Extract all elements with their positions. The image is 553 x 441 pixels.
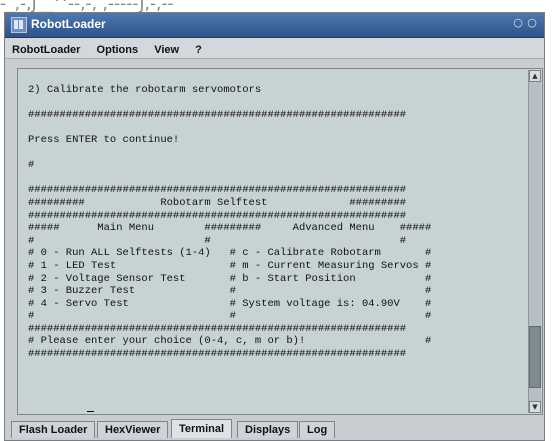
robotloader-app-icon (11, 17, 27, 33)
tab-log[interactable]: Log (299, 421, 336, 438)
terminal-line: ########################################… (28, 348, 407, 361)
tab-hexviewer[interactable]: HexViewer (97, 421, 169, 438)
vertical-scrollbar[interactable]: ▲ ▼ (528, 70, 541, 413)
menu-view[interactable]: View (150, 40, 183, 60)
terminal-line: ######### Robotarm Selftest ######### (28, 196, 407, 209)
robotloader-window: RobotLoader ○ ○ RobotLoader Options View… (4, 12, 545, 441)
menu-bar: RobotLoader Options View ? (5, 38, 544, 59)
terminal-line: # 4 - Servo Test # System voltage is: 04… (28, 297, 432, 310)
terminal-line: # 3 - Buzzer Test # # (28, 285, 432, 298)
menu-help[interactable]: ? (191, 40, 206, 60)
close-button-icon[interactable]: ○ (526, 17, 538, 29)
menu-options[interactable]: Options (93, 40, 143, 60)
terminal-line: ########################################… (28, 322, 407, 335)
tab-bar: Flash Loader HexViewer Terminal Displays… (5, 418, 544, 440)
terminal-line: ########################################… (28, 108, 407, 121)
tab-terminal[interactable]: Terminal (171, 419, 233, 438)
terminal-line: ########################################… (28, 209, 407, 222)
arrow-up-icon[interactable]: ▲ (529, 70, 541, 82)
terminal-line: # # # (28, 310, 432, 323)
terminal-line: # 1 - LED Test # m - Current Measuring S… (28, 259, 432, 272)
terminal-prompt-line[interactable]: # (28, 398, 94, 412)
terminal-line: 2) Calibrate the robotarm servomotors (28, 83, 262, 96)
terminal-line: # 0 - Run ALL Selftests (1-4) # c - Cali… (28, 247, 432, 260)
terminal-line: # 2 - Voltage Sensor Test # b - Start Po… (28, 272, 432, 285)
title-bar[interactable]: RobotLoader ○ ○ (5, 13, 544, 38)
terminal-line: # (28, 159, 35, 172)
terminal-panel: 2) Calibrate the robotarm servomotors ###… (17, 68, 543, 415)
terminal-line: # Please enter your choice (0-4, c, m or… (28, 335, 432, 348)
terminal-output[interactable]: 2) Calibrate the robotarm servomotors ###… (20, 71, 528, 412)
scroll-thumb[interactable] (529, 326, 541, 389)
text-cursor (86, 410, 94, 412)
menu-robotloader[interactable]: RobotLoader (8, 40, 84, 60)
terminal-line: # # # (28, 234, 407, 247)
terminal-line: ########################################… (28, 184, 407, 197)
terminal-lines: 2) Calibrate the robotarm servomotors ###… (28, 71, 431, 361)
window-title: RobotLoader (31, 17, 106, 31)
terminal-line: Press ENTER to continue! (28, 133, 180, 146)
terminal-line: ##### Main Menu ######### Advanced Menu … (28, 222, 432, 235)
minimize-button-icon[interactable]: ○ (512, 17, 524, 29)
arrow-down-icon[interactable]: ▼ (529, 401, 541, 413)
tab-displays[interactable]: Displays (237, 421, 299, 438)
tab-flash-loader[interactable]: Flash Loader (11, 421, 96, 438)
